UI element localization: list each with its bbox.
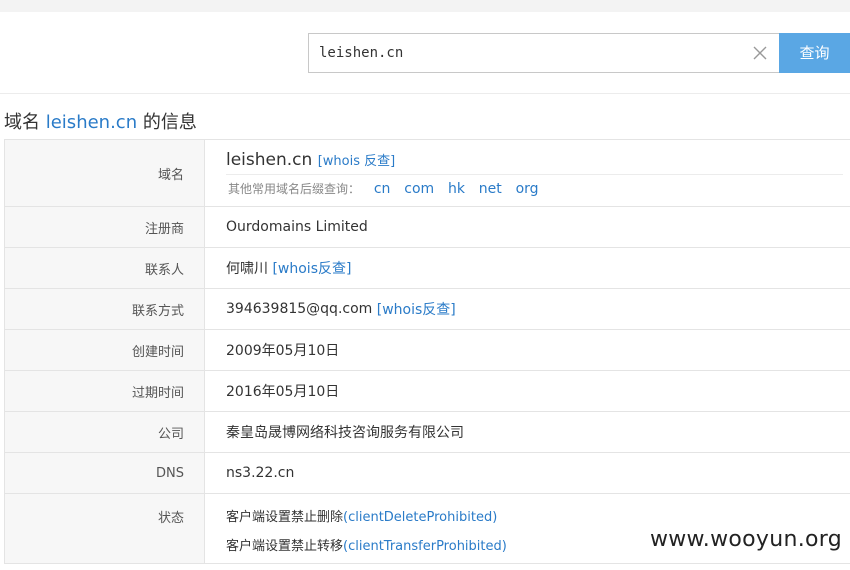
contact-email: 394639815@qq.com: [226, 301, 373, 317]
row-dns: DNS ns3.22.cn: [5, 453, 850, 494]
domain-value: leishen.cn: [226, 150, 313, 170]
row-label: 注册商: [5, 207, 205, 247]
page-title-prefix: 域名: [4, 112, 46, 133]
contact-whois-link[interactable]: [whois反查]: [272, 258, 351, 278]
row-label: 创建时间: [5, 330, 205, 370]
status-text: 客户端设置禁止删除: [226, 510, 344, 525]
domain-info-table: 域名 leishen.cn [whois 反查] 其他常用域名后缀查询： cn …: [4, 139, 850, 564]
search-button[interactable]: 查询: [779, 33, 850, 73]
row-label: 联系方式: [5, 289, 205, 329]
search-input-wrapper: [308, 33, 779, 73]
row-value: 何啸川 [whois反查]: [205, 248, 850, 288]
row-value: 394639815@qq.com [whois反查]: [205, 289, 850, 329]
row-contact: 联系人 何啸川 [whois反查]: [5, 248, 850, 289]
status-line: 客户端设置禁止删除(clientDeleteProhibited): [226, 506, 497, 535]
status-code-link[interactable]: (clientTransferProhibited): [343, 539, 507, 554]
row-value: 秦皇岛晟博网络科技咨询服务有限公司: [226, 425, 464, 441]
suffix-prompt: 其他常用域名后缀查询：: [228, 182, 361, 196]
email-whois-link[interactable]: [whois反查]: [377, 299, 456, 319]
row-label: DNS: [5, 453, 205, 493]
contact-name: 何啸川: [226, 261, 268, 277]
suffix-query-line: 其他常用域名后缀查询： cn com hk net org: [226, 180, 539, 197]
status-text: 客户端设置禁止转移: [226, 538, 344, 554]
status-line: 客户端设置禁止转移(clientTransferProhibited): [226, 535, 507, 564]
page-title-suffix: 的信息: [137, 112, 197, 133]
watermark: www.wooyun.org: [649, 527, 842, 552]
status-code-link[interactable]: (clientDeleteProhibited): [343, 510, 497, 525]
domain-line: leishen.cn [whois 反查]: [226, 150, 843, 175]
clear-icon[interactable]: [751, 44, 769, 62]
search-bar: 查询: [0, 12, 850, 94]
row-created: 创建时间 2009年05月10日: [5, 330, 850, 371]
row-label: 联系人: [5, 248, 205, 288]
suffix-link-org[interactable]: org: [516, 181, 539, 197]
page-title: 域名 leishen.cn 的信息: [4, 108, 197, 134]
row-label: 域名: [5, 140, 205, 206]
row-value: Ourdomains Limited: [226, 219, 368, 235]
whois-reverse-link[interactable]: [whois 反查]: [318, 154, 396, 169]
row-domain: 域名 leishen.cn [whois 反查] 其他常用域名后缀查询： cn …: [5, 140, 850, 207]
row-value: 2016年05月10日: [226, 384, 340, 400]
page-title-domain: leishen.cn: [45, 112, 138, 133]
suffix-link-com[interactable]: com: [404, 181, 434, 197]
row-company: 公司 秦皇岛晟博网络科技咨询服务有限公司: [5, 412, 850, 453]
suffix-link-hk[interactable]: hk: [448, 181, 465, 197]
row-contact-method: 联系方式 394639815@qq.com [whois反查]: [5, 289, 850, 330]
row-value: leishen.cn [whois 反查] 其他常用域名后缀查询： cn com…: [205, 140, 850, 206]
row-value: ns3.22.cn: [226, 465, 295, 481]
row-label: 过期时间: [5, 371, 205, 411]
suffix-link-cn[interactable]: cn: [374, 181, 391, 197]
search-input[interactable]: [319, 34, 739, 72]
top-strip: [0, 0, 850, 12]
row-label: 公司: [5, 412, 205, 452]
suffix-link-net[interactable]: net: [479, 181, 502, 197]
row-value: 2009年05月10日: [226, 343, 340, 359]
row-label: 状态: [5, 494, 205, 563]
row-registrar: 注册商 Ourdomains Limited: [5, 207, 850, 248]
row-expires: 过期时间 2016年05月10日: [5, 371, 850, 412]
